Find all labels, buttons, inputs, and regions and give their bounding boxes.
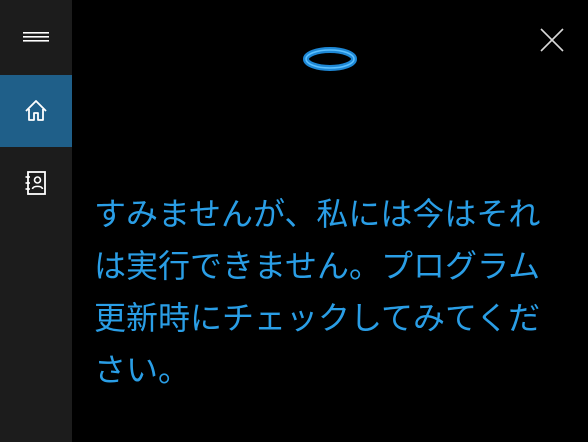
main-panel: すみませんが、私には今はそれは実行できません。プログラム更新時にチェックしてみて… (72, 0, 588, 442)
home-icon (25, 100, 47, 121)
sidebar-item-home[interactable] (0, 75, 72, 147)
cortana-window: すみませんが、私には今はそれは実行できません。プログラム更新時にチェックしてみて… (0, 0, 588, 442)
sidebar (0, 0, 72, 442)
close-button[interactable] (532, 20, 572, 60)
close-icon (540, 28, 564, 52)
sidebar-item-notebook[interactable] (0, 147, 72, 219)
cortana-response-text: すみませんが、私には今はそれは実行できません。プログラム更新時にチェックしてみて… (94, 195, 541, 389)
notebook-icon (25, 171, 46, 195)
cortana-ring-icon (303, 47, 357, 71)
hamburger-menu-button[interactable] (0, 3, 72, 75)
hamburger-menu-icon (23, 32, 49, 42)
